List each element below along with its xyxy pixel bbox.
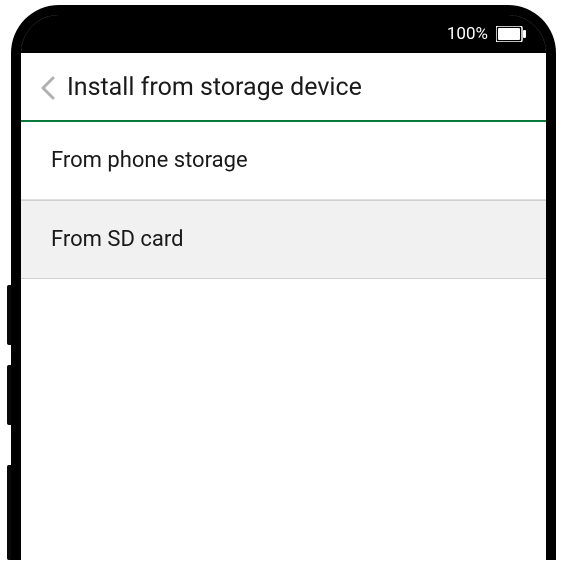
- battery-percentage: 100%: [447, 24, 488, 44]
- list-item-sd-card[interactable]: From SD card: [21, 200, 546, 279]
- page-title: Install from storage device: [67, 73, 362, 102]
- list-item-label: From SD card: [51, 227, 184, 252]
- content-area: Install from storage device From phone s…: [21, 53, 546, 279]
- list-item-label: From phone storage: [51, 148, 248, 173]
- phone-side-button: [7, 365, 11, 425]
- back-icon[interactable]: [39, 75, 57, 101]
- phone-side-button: [7, 465, 11, 560]
- phone-side-button: [7, 285, 11, 345]
- phone-frame: 100% Install from storage device: [11, 5, 556, 560]
- status-bar: 100%: [21, 15, 546, 53]
- app-header: Install from storage device: [21, 53, 546, 122]
- battery-icon: [496, 26, 526, 42]
- list-item-phone-storage[interactable]: From phone storage: [21, 122, 546, 200]
